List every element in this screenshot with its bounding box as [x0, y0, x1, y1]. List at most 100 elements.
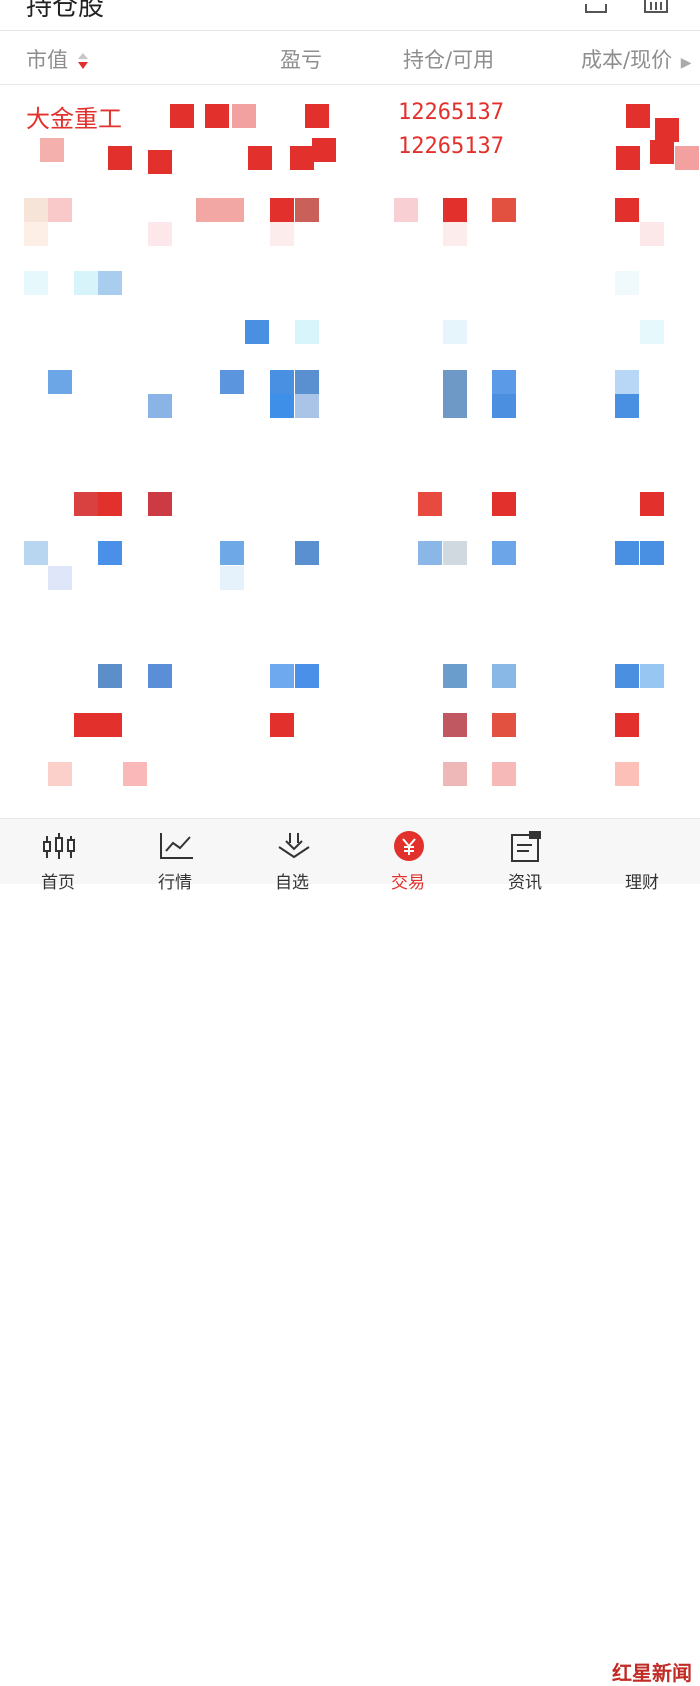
- tab-trade-label: 交易: [391, 873, 425, 893]
- line-chart-icon: [160, 833, 193, 859]
- column-divider: [0, 84, 700, 85]
- mosaic-block: [312, 138, 336, 162]
- download-icon[interactable]: [583, 0, 609, 16]
- column-cost-label: 成本/现价: [581, 48, 673, 72]
- mosaic-block: [615, 541, 639, 565]
- column-cost[interactable]: 成本/现价 ▶: [581, 44, 692, 76]
- candlestick-icon: [43, 833, 75, 859]
- mosaic-block: [98, 541, 122, 565]
- mosaic-block: [148, 664, 172, 688]
- mosaic-block: [640, 492, 664, 516]
- mosaic-block: [615, 394, 639, 418]
- mosaic-block: [220, 370, 244, 394]
- mosaic-block: [205, 104, 229, 128]
- mosaic-block: [148, 492, 172, 516]
- tab-home[interactable]: 首页: [8, 819, 108, 893]
- tab-wealth[interactable]: 理财: [592, 819, 692, 893]
- tab-news-label: 资讯: [508, 873, 542, 893]
- mosaic-block: [492, 492, 516, 516]
- mosaic-block: [295, 394, 319, 418]
- news-icon: [511, 831, 541, 862]
- mosaic-block: [24, 222, 48, 246]
- mosaic-block: [492, 762, 516, 786]
- mosaic-block: [305, 104, 329, 128]
- calendar-icon[interactable]: [643, 0, 669, 16]
- mosaic-block: [626, 104, 650, 128]
- mosaic-block: [48, 370, 72, 394]
- column-market-value[interactable]: 市值: [26, 44, 88, 76]
- mosaic-block: [74, 713, 98, 737]
- available-quantity: 12265137: [398, 134, 504, 159]
- chevron-right-icon: ▶: [680, 55, 692, 71]
- header-divider: [0, 30, 700, 31]
- mosaic-block: [640, 320, 664, 344]
- mosaic-block: [443, 713, 467, 737]
- stock-name: 大金重工: [26, 105, 122, 133]
- mosaic-block: [615, 271, 639, 295]
- mosaic-block: [220, 198, 244, 222]
- mosaic-block: [40, 138, 64, 162]
- position-quantity: 12265137: [398, 100, 504, 125]
- mosaic-block: [616, 146, 640, 170]
- column-profit[interactable]: 盈亏: [280, 44, 322, 76]
- mosaic-block: [418, 492, 442, 516]
- tab-watchlist-label: 自选: [275, 873, 309, 893]
- mosaic-block: [98, 713, 122, 737]
- mosaic-block: [295, 198, 319, 222]
- mosaic-block: [615, 370, 639, 394]
- mosaic-block: [148, 222, 172, 246]
- mosaic-block: [98, 271, 122, 295]
- mosaic-block: [675, 146, 699, 170]
- watermark-logo: 红星新闻: [612, 1661, 692, 1685]
- tab-wealth-label: 理财: [625, 873, 659, 893]
- mosaic-block: [245, 320, 269, 344]
- mosaic-block: [24, 198, 48, 222]
- mosaic-block: [48, 198, 72, 222]
- column-position[interactable]: 持仓/可用: [403, 44, 494, 76]
- mosaic-block: [443, 394, 467, 418]
- mosaic-block: [443, 664, 467, 688]
- mosaic-block: [123, 762, 147, 786]
- mosaic-block: [492, 394, 516, 418]
- mosaic-block: [170, 104, 194, 128]
- mosaic-block: [270, 222, 294, 246]
- mosaic-block: [74, 492, 98, 516]
- mosaic-block: [24, 541, 48, 565]
- mosaic-block: [270, 664, 294, 688]
- mosaic-block: [48, 566, 72, 590]
- mosaic-block: [74, 271, 98, 295]
- mosaic-block: [418, 541, 442, 565]
- mosaic-block: [290, 146, 314, 170]
- tab-watchlist[interactable]: 自选: [242, 819, 342, 893]
- mosaic-block: [615, 198, 639, 222]
- page-header: 持仓股: [0, 0, 700, 30]
- mosaic-block: [615, 762, 639, 786]
- column-profit-label: 盈亏: [280, 48, 322, 72]
- mosaic-block: [615, 664, 639, 688]
- column-position-label: 持仓/可用: [403, 48, 495, 72]
- tab-news[interactable]: 资讯: [475, 819, 575, 893]
- tab-home-label: 首页: [41, 873, 75, 893]
- mosaic-block: [615, 713, 639, 737]
- watchlist-icon: [278, 833, 310, 859]
- mosaic-block: [640, 664, 664, 688]
- tab-trade[interactable]: 交易: [358, 819, 458, 893]
- mosaic-block: [443, 222, 467, 246]
- mosaic-block: [220, 566, 244, 590]
- mosaic-block: [196, 198, 220, 222]
- mosaic-block: [270, 370, 294, 394]
- bottom-tab-bar: 首页 行情 自选 交易 资讯 理财 红星新闻: [0, 818, 700, 1685]
- mosaic-block: [492, 541, 516, 565]
- trade-yuan-icon: [394, 831, 424, 861]
- mosaic-block: [232, 104, 256, 128]
- mosaic-block: [295, 664, 319, 688]
- sort-icon[interactable]: [77, 52, 88, 70]
- mosaic-block: [98, 492, 122, 516]
- mosaic-block: [295, 541, 319, 565]
- mosaic-block: [640, 222, 664, 246]
- mosaic-block: [48, 762, 72, 786]
- mosaic-block: [270, 198, 294, 222]
- mosaic-block: [492, 370, 516, 394]
- mosaic-block: [270, 713, 294, 737]
- tab-market[interactable]: 行情: [125, 819, 225, 893]
